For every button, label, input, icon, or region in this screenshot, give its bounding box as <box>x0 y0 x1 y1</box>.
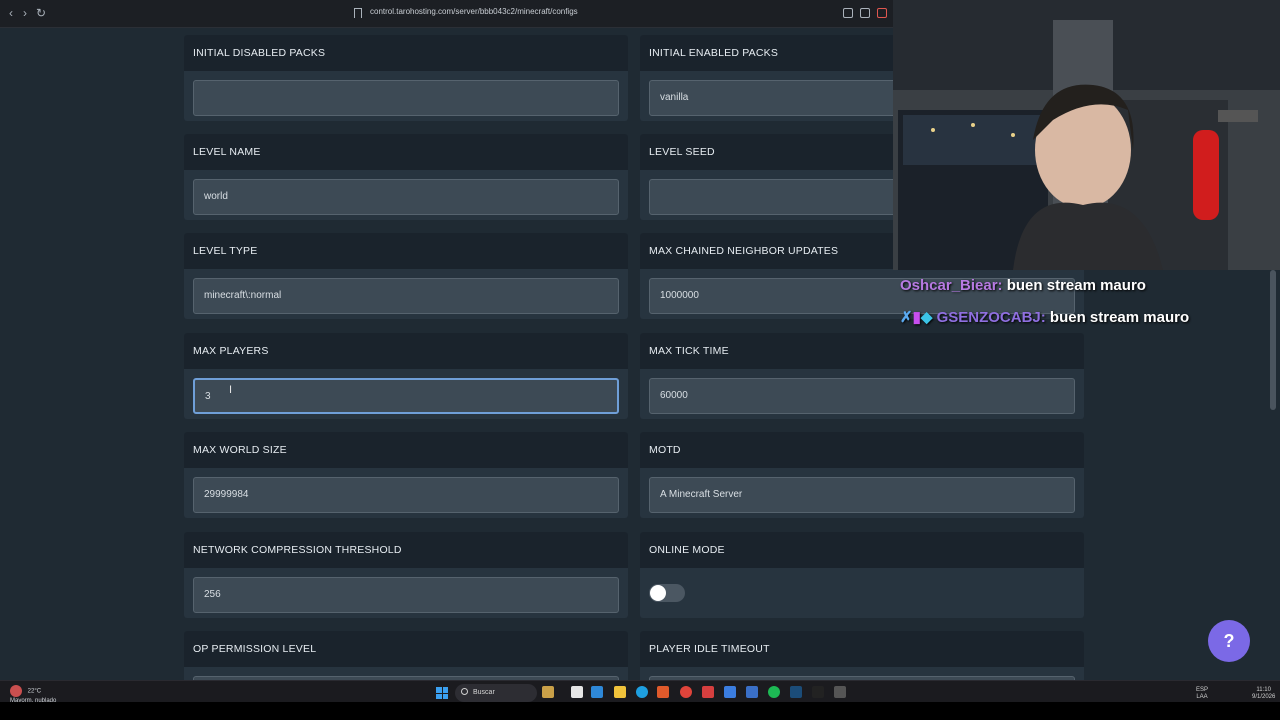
language-indicator[interactable]: ESP LAA <box>1196 687 1208 701</box>
lang-1: ESP <box>1196 687 1209 693</box>
search-label: Buscar <box>473 689 495 696</box>
config-card-max-world-size: MAX WORLD SIZE 29999984 <box>184 432 628 518</box>
chat-username: GSENZOCABJ: <box>936 309 1046 326</box>
network-compression-threshold-input[interactable]: 256 <box>193 577 619 613</box>
field-label: ONLINE MODE <box>640 532 1084 568</box>
webcam-overlay <box>893 0 1280 270</box>
field-label: PLAYER IDLE TIMEOUT <box>640 631 1084 667</box>
app-icon[interactable] <box>724 686 736 698</box>
clock[interactable]: 11:10 9/1/2026 <box>1252 687 1275 701</box>
app-icon[interactable] <box>680 686 692 698</box>
webcam-image <box>893 0 1280 270</box>
max-tick-time-input[interactable]: 60000 <box>649 378 1075 414</box>
initial-disabled-packs-input[interactable] <box>193 80 619 116</box>
weather-icon <box>10 685 22 697</box>
back-icon[interactable]: ‹ <box>4 6 18 20</box>
config-card-level-type: LEVEL TYPE minecraft\:normal <box>184 233 628 319</box>
clock-date: 9/1/2026 <box>1252 694 1276 700</box>
weather-temp: 22°C <box>27 688 42 695</box>
online-mode-toggle[interactable] <box>649 584 685 602</box>
edge-icon[interactable] <box>636 686 648 698</box>
chat-username: Oshcar_Biear: <box>900 277 1003 294</box>
app-icon[interactable] <box>746 686 758 698</box>
motd-input[interactable]: A Minecraft Server <box>649 477 1075 513</box>
chat-text: buen stream mauro <box>1006 277 1146 294</box>
clock-time: 11:10 <box>1256 687 1271 693</box>
taskbar-search[interactable]: Buscar <box>455 684 537 702</box>
level-type-input[interactable]: minecraft\:normal <box>193 278 619 314</box>
widgets-icon[interactable] <box>542 686 554 698</box>
windows-start-icon[interactable] <box>436 687 448 699</box>
bookmark-icon[interactable] <box>354 8 362 18</box>
chat-text: buen stream mauro <box>1049 309 1190 326</box>
chat-message: Oshcar_Biear: buen stream mauro <box>900 277 1146 294</box>
page-scrollbar[interactable] <box>1270 270 1276 410</box>
chat-badges-icon: ✗▮◆ <box>900 309 933 326</box>
field-label: OP PERMISSION LEVEL <box>184 631 628 667</box>
field-label: NETWORK COMPRESSION THRESHOLD <box>184 532 628 568</box>
shield-icon[interactable] <box>877 8 887 18</box>
reload-icon[interactable]: ↻ <box>34 6 48 20</box>
app-icon[interactable] <box>591 686 603 698</box>
config-card-motd: MOTD A Minecraft Server <box>640 432 1084 518</box>
field-label: MAX WORLD SIZE <box>184 432 628 468</box>
field-label: LEVEL TYPE <box>184 233 628 269</box>
config-card-player-idle-timeout: PLAYER IDLE TIMEOUT <box>640 631 1084 680</box>
config-card-level-name: LEVEL NAME world <box>184 134 628 220</box>
field-label: MOTD <box>640 432 1084 468</box>
steam-icon[interactable] <box>790 686 802 698</box>
bottom-strip <box>0 702 1280 720</box>
field-label: MAX TICK TIME <box>640 333 1084 369</box>
max-world-size-input[interactable]: 29999984 <box>193 477 619 513</box>
field-label: LEVEL NAME <box>184 134 628 170</box>
config-card-initial-disabled-packs: INITIAL DISABLED PACKS <box>184 35 628 121</box>
spotify-icon[interactable] <box>768 686 780 698</box>
search-icon <box>461 688 468 695</box>
text-cursor-icon: I <box>229 384 233 396</box>
forward-icon[interactable]: › <box>18 6 32 20</box>
app-icon[interactable] <box>834 686 846 698</box>
chat-message: ✗▮◆ GSENZOCABJ: buen stream mauro <box>900 308 1189 326</box>
config-card-op-permission-level: OP PERMISSION LEVEL <box>184 631 628 680</box>
help-button[interactable]: ? <box>1208 620 1250 662</box>
zoom-icon[interactable] <box>843 8 853 18</box>
lang-2: LAA <box>1196 694 1208 700</box>
task-view-icon[interactable] <box>571 686 583 698</box>
toggle-knob <box>650 585 666 601</box>
level-name-input[interactable]: world <box>193 179 619 215</box>
address-bar[interactable]: control.tarohosting.com/server/bbb043c2/… <box>370 7 578 16</box>
config-card-max-tick-time: MAX TICK TIME 60000 <box>640 333 1084 419</box>
field-label: INITIAL DISABLED PACKS <box>184 35 628 71</box>
config-card-online-mode: ONLINE MODE <box>640 532 1084 618</box>
share-icon[interactable] <box>860 8 870 18</box>
app-icon[interactable] <box>702 686 714 698</box>
config-card-max-players: MAX PLAYERS 3 <box>184 333 628 419</box>
config-card-network-compression-threshold: NETWORK COMPRESSION THRESHOLD 256 <box>184 532 628 618</box>
file-explorer-icon[interactable] <box>614 686 626 698</box>
max-players-input[interactable]: 3 <box>193 378 619 414</box>
capcut-icon[interactable] <box>812 686 824 698</box>
field-label: MAX PLAYERS <box>184 333 628 369</box>
brave-icon[interactable] <box>657 686 669 698</box>
